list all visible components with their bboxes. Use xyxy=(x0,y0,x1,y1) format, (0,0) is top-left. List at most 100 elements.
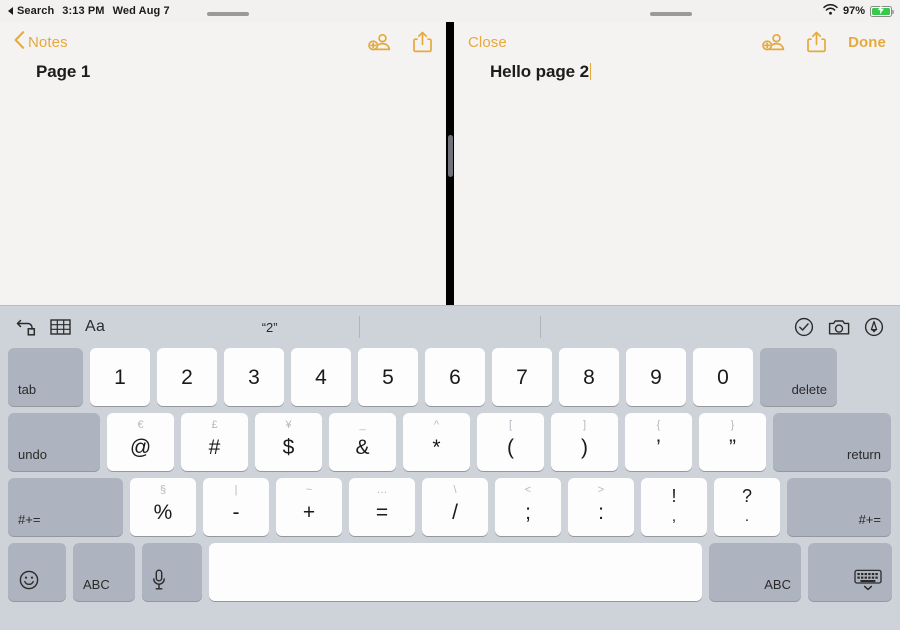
done-button[interactable]: Done xyxy=(848,34,886,51)
markup-pen-icon[interactable] xyxy=(864,317,884,337)
key-label: 2 xyxy=(181,365,193,389)
key-hyphen[interactable]: | - xyxy=(203,478,269,536)
symbol-row-1: undo € @ £ # ¥ $ _ & ^ *[(]){’}” return xyxy=(8,413,892,471)
key-alt-label: ! xyxy=(671,486,677,506)
format-aa-button[interactable]: Aa xyxy=(85,318,105,336)
keyboard-toolbar: Aa “2” xyxy=(0,306,900,348)
table-icon[interactable] xyxy=(50,318,71,336)
key-shift-right[interactable]: #+= xyxy=(787,478,891,536)
prediction-divider-1 xyxy=(359,316,361,338)
key-plus[interactable]: ~ + xyxy=(276,478,342,536)
key-label: 6 xyxy=(449,365,461,389)
key-0[interactable]: 0 xyxy=(693,348,753,406)
prediction-1[interactable]: “2” xyxy=(180,320,359,335)
status-bar-left: Search 3:13 PM Wed Aug 7 xyxy=(0,5,170,17)
key-label: : xyxy=(598,501,604,524)
key-5[interactable]: 5 xyxy=(358,348,418,406)
key-4[interactable]: 4 xyxy=(291,348,351,406)
key-slash[interactable]: \ / xyxy=(422,478,488,536)
symbol-row-2: #+= §% | - ~ +… = \ / <; >:!,?. #+= xyxy=(8,478,892,536)
key-label: . xyxy=(744,508,750,525)
key-tab[interactable]: tab xyxy=(8,348,83,406)
key-label: ; xyxy=(525,501,531,524)
left-note-title: Page 1 xyxy=(36,62,91,81)
key-label: ) xyxy=(581,436,588,459)
key-emoji[interactable] xyxy=(8,543,66,601)
key-label: return xyxy=(847,447,881,462)
split-view-grab-handle[interactable] xyxy=(447,135,453,177)
key-alt-label: ¥ xyxy=(285,419,292,431)
check-circle-icon[interactable] xyxy=(794,317,814,337)
key-quote[interactable]: }” xyxy=(699,413,766,471)
key-abc-right[interactable]: ABC xyxy=(709,543,801,601)
key-label: @ xyxy=(129,436,152,459)
camera-icon[interactable] xyxy=(828,318,850,337)
key-label: delete xyxy=(791,382,827,397)
key-equals[interactable]: … = xyxy=(349,478,415,536)
prediction-cells: “2” xyxy=(180,316,720,338)
key-abc-left[interactable]: ABC xyxy=(73,543,135,601)
prediction-divider-2 xyxy=(539,316,541,338)
key-label: + xyxy=(302,501,316,524)
key-label: 5 xyxy=(382,365,394,389)
share-icon[interactable] xyxy=(807,31,826,53)
right-pane-drag-handle[interactable] xyxy=(650,12,692,16)
key-apostrophe[interactable]: {’ xyxy=(625,413,692,471)
key-undo[interactable]: undo xyxy=(8,413,100,471)
key-dismiss-keyboard[interactable] xyxy=(808,543,892,601)
right-pane-notes: Close Done Hello page 2 xyxy=(454,0,900,305)
key-label: , xyxy=(671,508,677,525)
key-1[interactable]: 1 xyxy=(90,348,150,406)
key-label: #+= xyxy=(858,512,881,527)
bottom-row: ABC ABC xyxy=(8,543,892,601)
right-note-title-text: Hello page 2 xyxy=(490,62,589,81)
share-icon[interactable] xyxy=(413,31,432,53)
key-label: undo xyxy=(18,447,47,462)
back-to-notes-button[interactable]: Notes xyxy=(14,30,68,54)
split-view-divider[interactable] xyxy=(446,0,454,305)
key-paren-open[interactable]: [( xyxy=(477,413,544,471)
key-3[interactable]: 3 xyxy=(224,348,284,406)
key-at[interactable]: € @ xyxy=(107,413,174,471)
key-6[interactable]: 6 xyxy=(425,348,485,406)
key-7[interactable]: 7 xyxy=(492,348,552,406)
status-bar: Search 3:13 PM Wed Aug 7 97% xyxy=(0,0,900,22)
battery-charging-icon xyxy=(870,4,894,17)
close-button[interactable]: Close xyxy=(468,34,507,51)
right-navbar-actions: Done xyxy=(762,31,886,53)
key-comma[interactable]: !, xyxy=(641,478,707,536)
keyboard-rows: tab 1 2 3 4 5 6 7 8 9 0 delete undo € @ £ # ¥ $ _ & ^ *[(]){’}… xyxy=(0,348,900,607)
right-note-body[interactable]: Hello page 2 xyxy=(454,62,900,305)
key-space[interactable] xyxy=(209,543,702,601)
key-alt-label: | xyxy=(234,484,238,496)
key-colon[interactable]: >: xyxy=(568,478,634,536)
key-paren-close[interactable]: ]) xyxy=(551,413,618,471)
key-label: ABC xyxy=(764,577,791,592)
key-percent[interactable]: §% xyxy=(130,478,196,536)
checklist-icon[interactable] xyxy=(16,318,36,337)
key-alt-label: ? xyxy=(741,486,752,506)
key-hash[interactable]: £ # xyxy=(181,413,248,471)
key-shift-left[interactable]: #+= xyxy=(8,478,123,536)
hide-keyboard-icon xyxy=(854,569,882,591)
key-asterisk[interactable]: ^ * xyxy=(403,413,470,471)
key-dictation[interactable] xyxy=(142,543,202,601)
split-view: Notes Page 1 Close Done Hello page 2 xyxy=(0,0,900,305)
emoji-icon xyxy=(18,569,40,591)
add-person-icon[interactable] xyxy=(762,32,785,52)
key-label: # xyxy=(208,436,221,459)
left-note-body[interactable]: Page 1 xyxy=(0,62,446,305)
key-9[interactable]: 9 xyxy=(626,348,686,406)
add-person-icon[interactable] xyxy=(368,32,391,52)
key-label: * xyxy=(432,436,441,459)
key-dollar[interactable]: ¥ $ xyxy=(255,413,322,471)
left-pane-drag-handle[interactable] xyxy=(207,12,249,16)
key-return[interactable]: return xyxy=(773,413,891,471)
key-delete[interactable]: delete xyxy=(760,348,837,406)
key-ampersand[interactable]: _ & xyxy=(329,413,396,471)
key-2[interactable]: 2 xyxy=(157,348,217,406)
key-semicolon[interactable]: <; xyxy=(495,478,561,536)
back-to-search-button[interactable]: Search xyxy=(8,5,54,17)
key-period[interactable]: ?. xyxy=(714,478,780,536)
key-8[interactable]: 8 xyxy=(559,348,619,406)
